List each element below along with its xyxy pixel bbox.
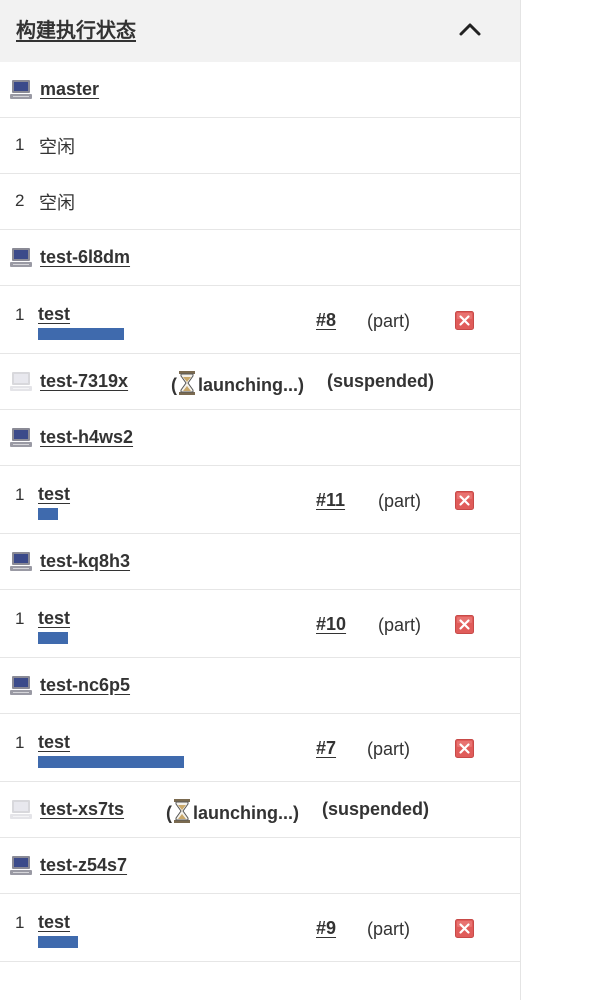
executor-number: 1 xyxy=(15,609,25,628)
computer-row: test-z54s7 xyxy=(0,838,520,894)
executor-row: 1 test #11 (part) xyxy=(0,466,520,534)
launching-paren: ( xyxy=(171,375,177,395)
executor-list: master 1 空闲 2 空闲 test-6l8dm 1 test #8 (part) test-… xyxy=(0,62,520,962)
build-progress-bar[interactable] xyxy=(38,936,78,948)
launching-label: launching...) xyxy=(198,375,304,395)
job-link[interactable]: test xyxy=(38,484,70,505)
computer-row: test-6l8dm xyxy=(0,230,520,286)
computer-icon xyxy=(9,675,33,697)
executor-number: 1 xyxy=(15,305,25,324)
executor-idle-status: 空闲 xyxy=(39,193,75,214)
panel-title[interactable]: 构建执行状态 xyxy=(16,14,136,43)
executor-row: 1 test #10 (part) xyxy=(0,590,520,658)
computer-link[interactable]: test-z54s7 xyxy=(40,855,127,876)
hourglass-icon xyxy=(178,371,196,395)
suspended-label: (suspended) xyxy=(327,371,435,391)
computer-row: test-kq8h3 xyxy=(0,534,520,590)
executor-number: 2 xyxy=(15,191,25,210)
stop-build-icon[interactable] xyxy=(455,919,474,938)
job-link[interactable]: test xyxy=(38,912,70,933)
launching-status: ( launching...) xyxy=(171,371,304,396)
computer-icon xyxy=(9,855,33,877)
computer-icon xyxy=(9,371,33,393)
part-label: (part) xyxy=(378,615,422,635)
computer-row: test-7319x ( launching...) (suspended) xyxy=(0,354,520,410)
computer-icon xyxy=(9,551,33,573)
job-link[interactable]: test xyxy=(38,304,70,325)
stop-build-icon[interactable] xyxy=(455,491,474,510)
executor-row: 1 空闲 xyxy=(0,118,520,174)
build-executor-status-panel: 构建执行状态 master 1 空闲 2 空闲 test-6l8dm 1 test #8 (par… xyxy=(0,0,521,1000)
computer-icon xyxy=(9,79,33,101)
launching-label: launching...) xyxy=(193,803,299,823)
computer-icon xyxy=(9,427,33,449)
part-label: (part) xyxy=(378,491,422,511)
suspended-label: (suspended) xyxy=(322,799,430,819)
executor-number: 1 xyxy=(15,135,25,154)
stop-build-icon[interactable] xyxy=(455,615,474,634)
job-link[interactable]: test xyxy=(38,732,70,753)
executor-number: 1 xyxy=(15,485,25,504)
executor-row: 1 test #7 (part) xyxy=(0,714,520,782)
executor-idle-status: 空闲 xyxy=(39,137,75,158)
computer-link[interactable]: test-kq8h3 xyxy=(40,551,130,572)
computer-link[interactable]: test-6l8dm xyxy=(40,247,130,268)
computer-row: test-nc6p5 xyxy=(0,658,520,714)
computer-row: master xyxy=(0,62,520,118)
build-progress-bar[interactable] xyxy=(38,632,68,644)
build-number-link[interactable]: #7 xyxy=(316,738,336,759)
build-number-link[interactable]: #9 xyxy=(316,918,336,939)
computer-link[interactable]: test-nc6p5 xyxy=(40,675,130,696)
chevron-up-icon[interactable] xyxy=(454,14,486,46)
computer-link[interactable]: test-xs7ts xyxy=(40,799,124,820)
part-label: (part) xyxy=(367,919,411,939)
computer-row: test-xs7ts ( launching...) (suspended) xyxy=(0,782,520,838)
computer-icon xyxy=(9,799,33,821)
build-progress-bar[interactable] xyxy=(38,756,184,768)
part-label: (part) xyxy=(367,739,411,759)
build-number-link[interactable]: #10 xyxy=(316,614,346,635)
panel-header: 构建执行状态 xyxy=(0,0,520,62)
job-link[interactable]: test xyxy=(38,608,70,629)
executor-row: 1 test #8 (part) xyxy=(0,286,520,354)
hourglass-icon xyxy=(173,799,191,823)
part-label: (part) xyxy=(367,311,411,331)
launching-status: ( launching...) xyxy=(166,799,299,824)
build-progress-bar[interactable] xyxy=(38,328,124,340)
executor-row: 1 test #9 (part) xyxy=(0,894,520,962)
launching-paren: ( xyxy=(166,803,172,823)
computer-link[interactable]: test-h4ws2 xyxy=(40,427,133,448)
stop-build-icon[interactable] xyxy=(455,739,474,758)
computer-row: test-h4ws2 xyxy=(0,410,520,466)
executor-number: 1 xyxy=(15,733,25,752)
stop-build-icon[interactable] xyxy=(455,311,474,330)
executor-row: 2 空闲 xyxy=(0,174,520,230)
computer-icon xyxy=(9,247,33,269)
computer-link[interactable]: test-7319x xyxy=(40,371,128,392)
computer-link[interactable]: master xyxy=(40,79,99,100)
build-number-link[interactable]: #8 xyxy=(316,310,336,331)
executor-number: 1 xyxy=(15,913,25,932)
build-number-link[interactable]: #11 xyxy=(316,490,345,511)
build-progress-bar[interactable] xyxy=(38,508,58,520)
page-background xyxy=(521,0,595,1000)
